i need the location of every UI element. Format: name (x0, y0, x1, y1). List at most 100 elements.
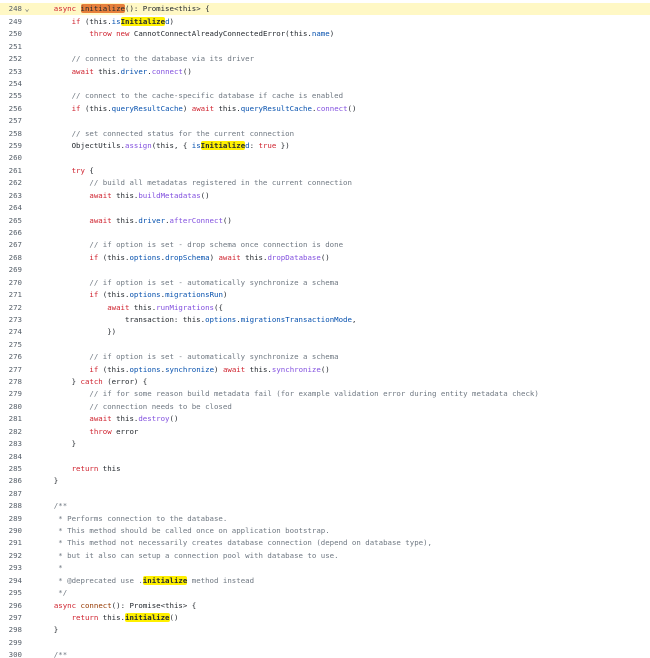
line-number: 284 (8, 451, 22, 461)
code-line[interactable]: 291 * This method not necessarily create… (0, 537, 650, 549)
line-number: 250 (8, 29, 22, 39)
code-line[interactable]: 268 if (this.options.dropSchema) await t… (0, 252, 650, 264)
code-text: await this.runMigrations({ (36, 302, 223, 314)
code-line[interactable]: 263 await this.buildMetadatas() (0, 190, 650, 202)
code-token: ) (329, 29, 335, 39)
code-viewer[interactable]: 247 */248⌄ async initialize(): Promise<t… (0, 0, 650, 658)
code-line[interactable]: 292 * but it also can setup a connection… (0, 550, 650, 562)
code-token: (error) { (102, 377, 148, 387)
code-line[interactable]: 249 if (this.isInitialized) (0, 16, 650, 28)
code-token: () (169, 414, 179, 424)
code-line[interactable]: 258 // set connected status for the curr… (0, 128, 650, 140)
code-line[interactable]: 272 await this.runMigrations({ (0, 302, 650, 314)
code-text: // if option is set - automatically sync… (36, 351, 338, 363)
line-number: 275 (8, 339, 22, 349)
chevron-down-icon[interactable]: ⌄ (22, 3, 32, 15)
code-line[interactable]: 275 (0, 339, 650, 351)
code-token: this. (245, 364, 272, 374)
search-match-highlight: initialize (142, 575, 188, 585)
code-token: ) (222, 290, 228, 300)
code-token: await (71, 66, 94, 76)
line-number: 264 (8, 203, 22, 213)
code-line[interactable]: 282 throw error (0, 426, 650, 438)
code-line[interactable]: 276 // if option is set - automatically … (0, 351, 650, 363)
code-line[interactable]: 250 throw new CannotConnectAlreadyConnec… (0, 28, 650, 40)
code-line[interactable]: 255 // connect to the cache-specific dat… (0, 90, 650, 102)
code-line[interactable]: 278 } catch (error) { (0, 376, 650, 388)
code-line[interactable]: 295 */ (0, 587, 650, 599)
code-token: this. (214, 103, 241, 113)
code-line[interactable]: 287 (0, 488, 650, 500)
code-line[interactable]: 298 } (0, 624, 650, 636)
line-number: 276 (8, 352, 22, 362)
code-text: // if option is set - drop schema once c… (36, 239, 343, 251)
line-number: 268 (8, 252, 22, 262)
code-line[interactable]: 297 return this.initialize() (0, 612, 650, 624)
code-text: if (this.isInitialized) (36, 16, 174, 28)
code-token: this. (93, 66, 121, 76)
code-token: is (191, 141, 201, 151)
code-line[interactable]: 284 (0, 451, 650, 463)
code-line[interactable]: 286 } (0, 475, 650, 487)
code-text: // if for some reason build metadata fai… (36, 388, 538, 400)
code-line[interactable]: 267 // if option is set - drop schema on… (0, 239, 650, 251)
code-line[interactable]: 248 ⌄ async initialize(): Promise<this> { (0, 3, 650, 16)
code-line[interactable]: 271 if (this.options.migrationsRun) (0, 289, 650, 301)
code-line[interactable]: 261 try { (0, 165, 650, 177)
code-line[interactable]: 269 (0, 264, 650, 276)
code-text: /** (36, 649, 67, 658)
code-line[interactable]: 274 }) (0, 326, 650, 338)
code-line[interactable]: 277 if (this.options.synchronize) await … (0, 364, 650, 376)
code-token: throw new (89, 29, 130, 39)
code-token: () (347, 103, 357, 113)
code-token: async (53, 600, 77, 610)
code-line[interactable]: 283 } (0, 438, 650, 450)
code-line[interactable]: 256 if (this.queryResultCache) await thi… (0, 103, 650, 115)
code-text: } catch (error) { (36, 376, 148, 388)
code-line[interactable]: 280 // connection needs to be closed (0, 401, 650, 413)
code-line[interactable]: 293 * (0, 562, 650, 574)
code-text: if (this.options.synchronize) await this… (36, 364, 329, 376)
code-token: ) (169, 16, 174, 26)
code-line[interactable]: 288 /** (0, 500, 650, 512)
code-line[interactable]: 251 (0, 41, 650, 53)
code-line[interactable]: 281 await this.destroy() (0, 413, 650, 425)
code-line[interactable]: 285 return this (0, 463, 650, 475)
code-token: }) (276, 141, 290, 151)
code-line[interactable]: 290 * This method should be called once … (0, 525, 650, 537)
code-token: // connect to the database via its drive… (36, 54, 255, 64)
code-line[interactable]: 266 (0, 227, 650, 239)
code-line[interactable]: 299 (0, 637, 650, 649)
code-line[interactable]: 296 async connect(): Promise<this> { (0, 600, 650, 612)
code-token: { (84, 165, 94, 175)
line-number: 294 (8, 575, 22, 585)
code-line[interactable]: 270 // if option is set - automatically … (0, 277, 650, 289)
code-line[interactable]: 262 // build all metadatas registered in… (0, 177, 650, 189)
code-token: // connect to the cache-specific databas… (36, 91, 344, 101)
code-line[interactable]: 253 await this.driver.connect() (0, 66, 650, 78)
code-token: connect (316, 103, 348, 113)
code-line[interactable]: 254 (0, 78, 650, 90)
code-line[interactable]: 279 // if for some reason build metadata… (0, 388, 650, 400)
code-line[interactable]: 300 /** (0, 649, 650, 658)
line-number: 263 (8, 190, 22, 200)
code-line[interactable]: 294 * @deprecated use .initialize method… (0, 575, 650, 587)
code-line[interactable]: 257 (0, 115, 650, 127)
code-line[interactable]: 264 (0, 202, 650, 214)
code-token: /** (36, 650, 68, 658)
code-line[interactable]: 252 // connect to the database via its d… (0, 53, 650, 65)
code-token: try (71, 165, 85, 175)
code-text: */ (36, 587, 67, 599)
code-line[interactable]: 259 ObjectUtils.assign(this, { isInitial… (0, 140, 650, 152)
line-number: 279 (8, 389, 22, 399)
line-number: 258 (8, 128, 22, 138)
line-number: 260 (8, 153, 22, 163)
code-token: synchronize (271, 364, 321, 374)
code-line[interactable]: 273 transaction: this.options.migrations… (0, 314, 650, 326)
code-line[interactable]: 260 (0, 152, 650, 164)
code-line[interactable]: 265 await this.driver.afterConnect() (0, 215, 650, 227)
code-line[interactable]: 289 * Performs connection to the databas… (0, 513, 650, 525)
code-token: async (36, 4, 81, 14)
